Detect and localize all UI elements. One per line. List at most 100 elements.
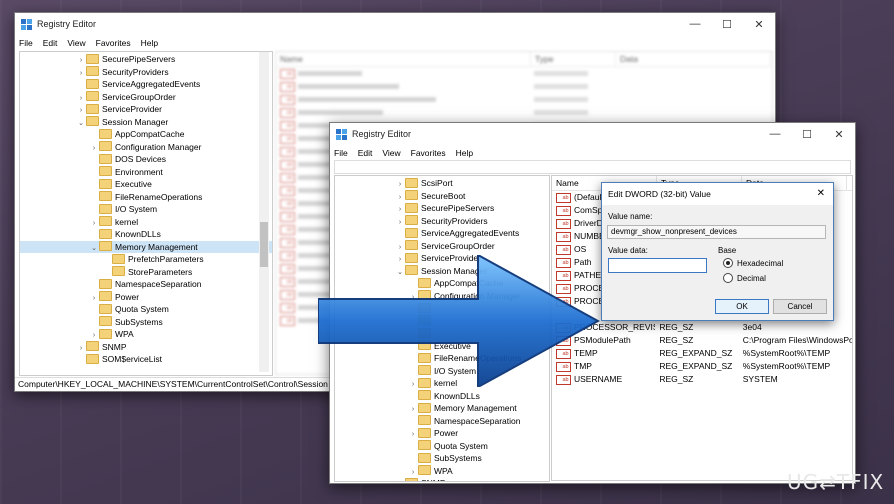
- tree-item[interactable]: FileRenameOperations: [20, 191, 272, 204]
- folder-icon: [86, 341, 99, 352]
- tree-item-label: DOS Devices: [115, 154, 167, 164]
- tree-item[interactable]: › ScsiPort: [335, 177, 549, 190]
- column-name[interactable]: Name: [276, 52, 531, 66]
- menu-favorites[interactable]: Favorites: [411, 148, 446, 158]
- tree-item[interactable]: › Power: [335, 427, 549, 440]
- string-value-icon: ab: [280, 237, 295, 248]
- tree-item[interactable]: ⌄ Memory Management: [20, 240, 272, 253]
- dialog-title-bar: Edit DWORD (32-bit) Value ✕: [602, 183, 833, 205]
- tree-item[interactable]: › ServiceProvider: [20, 103, 272, 116]
- menu-edit[interactable]: Edit: [43, 38, 58, 48]
- list-item[interactable]: ab: [276, 93, 772, 106]
- tree-item[interactable]: ServiceAggregatedEvents: [20, 78, 272, 91]
- menu-help[interactable]: Help: [141, 38, 158, 48]
- tree-item[interactable]: ›Configuration Manager: [20, 141, 272, 154]
- folder-icon: [99, 191, 112, 202]
- address-bar[interactable]: [334, 160, 851, 174]
- list-item[interactable]: ab: [276, 106, 772, 119]
- registry-icon: [336, 128, 347, 140]
- tree-item-label: ServiceAggregatedEvents: [421, 228, 520, 238]
- maximize-button[interactable]: ☐: [711, 18, 743, 31]
- tree-item-label: SecurePipeServers: [421, 203, 495, 213]
- tree-item-label: Executive: [115, 179, 152, 189]
- menu-view[interactable]: View: [67, 38, 85, 48]
- tree-item[interactable]: ›SNMP: [335, 477, 549, 481]
- tree-item[interactable]: ServiceAggregatedEvents: [335, 227, 549, 240]
- folder-icon: [405, 190, 418, 201]
- tree-item[interactable]: ⌄ Session Manager: [20, 116, 272, 129]
- menu-edit[interactable]: Edit: [358, 148, 373, 158]
- tree-item-label: SecurePipeServers: [102, 54, 176, 64]
- tree-item[interactable]: › kernel: [20, 216, 272, 229]
- menu-view[interactable]: View: [382, 148, 400, 158]
- tree-item[interactable]: › SecurePipeServers: [20, 53, 272, 66]
- tree-item[interactable]: Quota System: [335, 440, 549, 453]
- folder-icon: [86, 78, 99, 89]
- expand-toggle-icon[interactable]: ›: [395, 479, 405, 481]
- tree-item[interactable]: DOS Devices: [20, 153, 272, 166]
- tree-item[interactable]: › SecureBoot: [335, 190, 549, 203]
- ok-button[interactable]: OK: [715, 299, 769, 314]
- tree-item-label: WPA: [115, 329, 134, 339]
- close-button[interactable]: ✕: [823, 128, 855, 141]
- list-item[interactable]: ab: [276, 80, 772, 93]
- tree-item[interactable]: NamespaceSeparation: [20, 278, 272, 291]
- tree-item[interactable]: › SecurityProviders: [335, 215, 549, 228]
- folder-icon: [99, 153, 112, 164]
- tree-item[interactable]: AppCompatCache: [20, 128, 272, 141]
- tree-item[interactable]: StoreParameters: [20, 266, 272, 279]
- registry-icon: [21, 18, 32, 30]
- menu-favorites[interactable]: Favorites: [96, 38, 131, 48]
- tree-item[interactable]: Executive: [20, 178, 272, 191]
- string-value-icon: ab: [280, 68, 295, 79]
- tree-item[interactable]: I/O System: [20, 203, 272, 216]
- tree-item[interactable]: › SecurePipeServers: [335, 202, 549, 215]
- close-button[interactable]: ✕: [743, 18, 775, 31]
- value-data: %SystemRoot%\TEMP: [742, 348, 831, 358]
- hexadecimal-radio[interactable]: Hexadecimal: [723, 258, 783, 268]
- decimal-radio[interactable]: Decimal: [723, 273, 766, 283]
- value-name: OS: [574, 244, 587, 254]
- value-data-input[interactable]: [608, 258, 707, 273]
- tree-item[interactable]: NamespaceSeparation: [335, 415, 549, 428]
- title-bar: Registry Editor — ☐ ✕: [330, 123, 855, 145]
- tree-item[interactable]: SubSystems: [20, 316, 272, 329]
- column-data[interactable]: Data: [616, 52, 771, 66]
- menu-file[interactable]: File: [19, 38, 33, 48]
- tree-item[interactable]: SubSystems: [335, 452, 549, 465]
- tree-item[interactable]: Quota System: [20, 303, 272, 316]
- value-name-field[interactable]: devmgr_show_nonpresent_devices: [607, 225, 826, 239]
- dialog-close-button[interactable]: ✕: [817, 183, 825, 205]
- cancel-button[interactable]: Cancel: [773, 299, 827, 314]
- tree-item[interactable]: SOM$erviceList: [20, 353, 272, 366]
- menu-help[interactable]: Help: [456, 148, 473, 158]
- tree-item[interactable]: ›SNMP: [20, 341, 272, 354]
- string-value-icon: ab: [556, 192, 571, 203]
- tree-scrollbar[interactable]: [259, 52, 269, 372]
- column-type[interactable]: Type: [531, 52, 616, 66]
- key-tree[interactable]: › SecurePipeServers › SecurityProviders Serv…: [19, 51, 273, 376]
- tree-item[interactable]: › ServiceGroupOrder: [20, 91, 272, 104]
- minimize-button[interactable]: —: [759, 128, 791, 141]
- list-item[interactable]: ab: [276, 67, 772, 80]
- minimize-button[interactable]: —: [679, 18, 711, 31]
- string-value-icon: ab: [280, 159, 295, 170]
- tree-item[interactable]: Environment: [20, 166, 272, 179]
- tree-item[interactable]: › Memory Management: [335, 402, 549, 415]
- window-title: Registry Editor: [352, 129, 412, 139]
- tree-item[interactable]: PrefetchParameters: [20, 253, 272, 266]
- folder-icon: [99, 328, 112, 339]
- tree-item[interactable]: › WPA: [20, 328, 272, 341]
- tree-item-label: WPA: [434, 465, 453, 476]
- tree-item[interactable]: › ServiceGroupOrder: [335, 240, 549, 253]
- tree-item[interactable]: › Power: [20, 291, 272, 304]
- tree-item[interactable]: › WPA: [335, 465, 549, 478]
- tree-item[interactable]: KnownDLLs: [335, 390, 549, 403]
- maximize-button[interactable]: ☐: [791, 128, 823, 141]
- tree-item[interactable]: › SecurityProviders: [20, 66, 272, 79]
- tree-item[interactable]: KnownDLLs: [20, 228, 272, 241]
- menu-file[interactable]: File: [334, 148, 348, 158]
- folder-icon: [99, 166, 112, 177]
- tree-item-label: KnownDLLs: [434, 390, 480, 401]
- value-data: SYSTEM: [742, 374, 778, 384]
